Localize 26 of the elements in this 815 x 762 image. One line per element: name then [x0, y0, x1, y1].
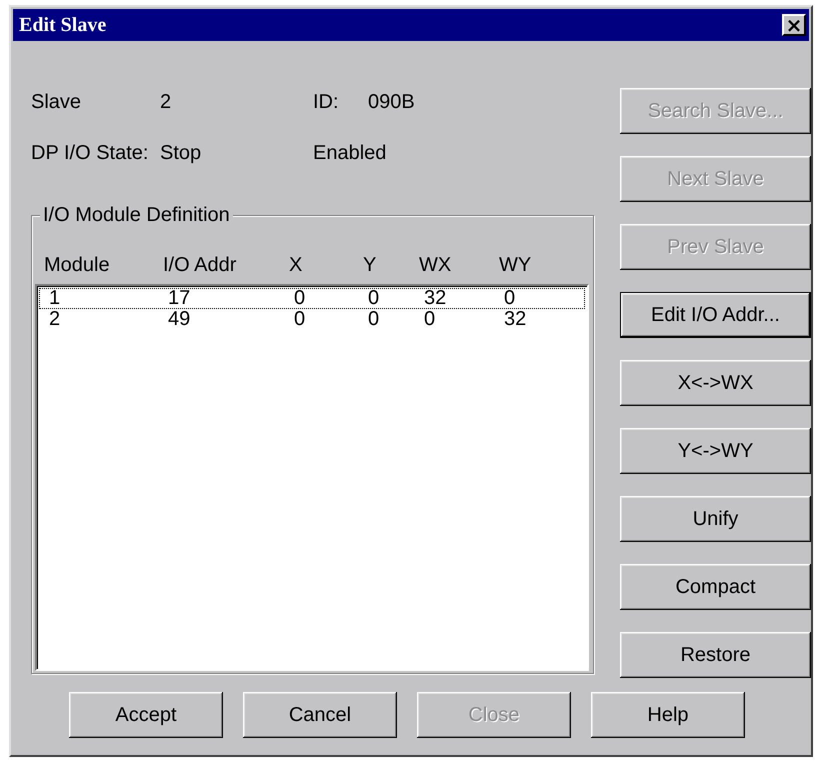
column-header: I/O Addr: [163, 254, 238, 276]
info-value: Enabled: [313, 142, 388, 165]
info-label: Slave: [31, 91, 82, 114]
window-title: Edit Slave: [19, 14, 106, 36]
side-button[interactable]: Edit I/O Addr...: [620, 292, 811, 338]
side-button[interactable]: Y<->WY: [620, 428, 811, 474]
column-header: Y: [363, 254, 378, 276]
column-header: WX: [419, 254, 452, 276]
column-header: WY: [499, 254, 532, 276]
list-row[interactable]: 2 49 0 0 0 32: [39, 309, 585, 330]
bottom-button[interactable]: Help: [591, 692, 745, 738]
info-label: DP I/O State:: [31, 142, 150, 165]
info-value: 090B: [368, 91, 416, 114]
column-header: X: [289, 254, 304, 276]
side-button[interactable]: Unify: [620, 496, 811, 542]
close-button[interactable]: ×: [782, 14, 806, 36]
list-row[interactable]: 1 17 0 0 32 0: [39, 288, 585, 309]
side-button[interactable]: Restore: [620, 632, 811, 678]
column-header: Module: [44, 254, 111, 276]
side-button[interactable]: X<->WX: [620, 360, 811, 406]
bottom-button[interactable]: Accept: [69, 692, 223, 738]
side-button[interactable]: Compact: [620, 564, 811, 610]
info-label: ID:: [313, 91, 340, 114]
info-value: 2: [160, 91, 172, 114]
info-value: Stop: [160, 142, 202, 165]
bottom-button[interactable]: Cancel: [243, 692, 397, 738]
